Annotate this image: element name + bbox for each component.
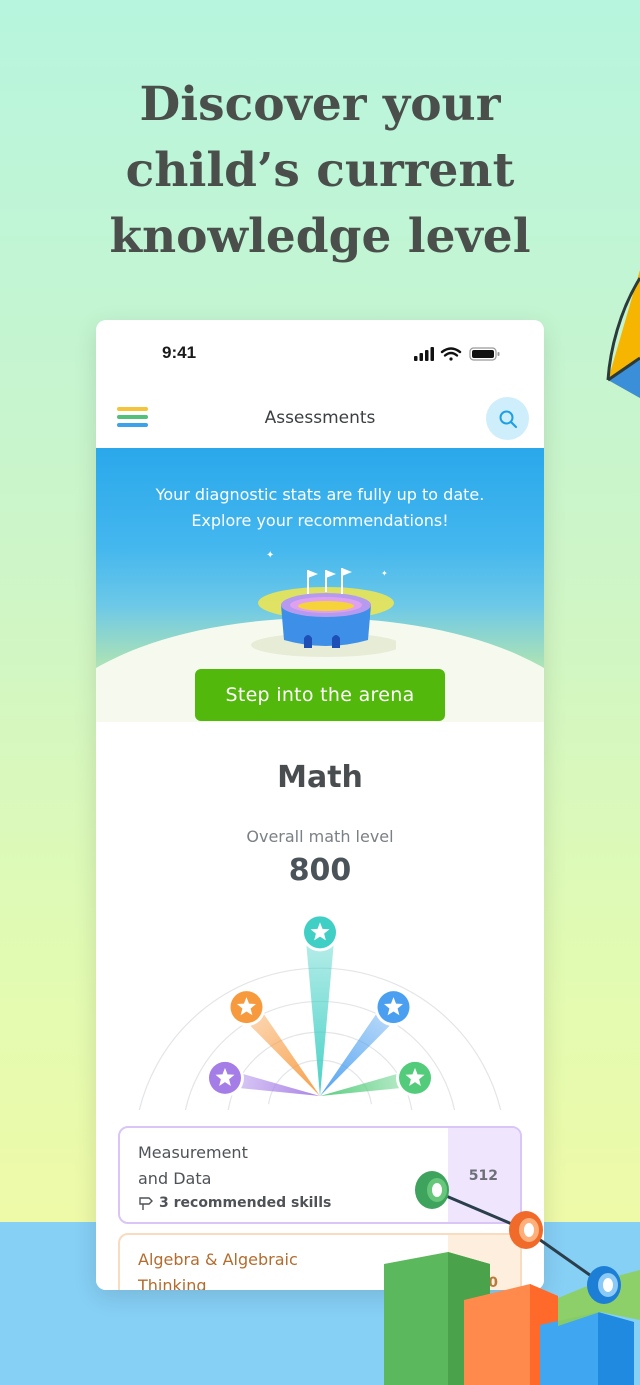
subject-title: Math (277, 760, 363, 795)
phone-screen: 9:41 Assessments Your diagnostic stats a… (96, 320, 544, 1290)
marketing-headline: Discover your child’s current knowledge … (0, 72, 640, 270)
search-button[interactable] (486, 397, 529, 440)
headline-line-3: knowledge level (109, 209, 531, 264)
wifi-icon (440, 347, 462, 361)
star-icon (396, 1058, 435, 1097)
signal-icon (414, 347, 434, 361)
star-icon (374, 988, 413, 1027)
signpost-icon (139, 1197, 153, 1210)
step-into-arena-button[interactable]: Step into the arena (195, 669, 445, 721)
card-title-line-2: Thinking (138, 1276, 207, 1290)
svg-text:✦: ✦ (266, 550, 274, 561)
green-node (415, 1171, 449, 1209)
recommended-skills[interactable]: 3 recommended skills (138, 1195, 331, 1211)
card-title-line-1: Algebra & Algebraic (138, 1250, 298, 1269)
gauge-wedge-teal (305, 932, 335, 1096)
overall-level-label: Overall math level (246, 827, 394, 846)
recommended-skills-label: 3 recommended skills (159, 1195, 332, 1211)
card-title: Measurement and Data (138, 1140, 398, 1192)
hero-line-2: Explore your recommendations! (191, 511, 449, 530)
battery-icon (469, 347, 500, 361)
skills-radial-gauge (138, 913, 502, 1110)
headline-line-1: Discover your (139, 77, 501, 132)
nav-title: Assessments (264, 408, 376, 428)
orange-node (509, 1211, 543, 1249)
status-icons (414, 347, 500, 361)
search-icon (499, 410, 517, 428)
overall-level-value: 800 (288, 853, 352, 888)
hero-message: Your diagnostic stats are fully up to da… (96, 482, 544, 534)
star-icon (301, 913, 339, 952)
status-time: 9:41 (162, 343, 197, 362)
star-icon (227, 988, 266, 1027)
card-title: Algebra & Algebraic Thinking (138, 1247, 398, 1290)
kite-icon (606, 270, 640, 398)
card-title-line-2: and Data (138, 1169, 212, 1188)
blue-node (587, 1266, 621, 1304)
headline-line-2: child’s current (125, 143, 515, 198)
star-icon (205, 1058, 244, 1097)
stadium-illustration: ✦ ✦ ✦ ✦ (251, 550, 396, 657)
hero-line-1: Your diagnostic stats are fully up to da… (155, 485, 485, 504)
bar-graph-illustration (384, 1171, 640, 1385)
svg-text:✦: ✦ (381, 569, 388, 578)
card-title-line-1: Measurement (138, 1143, 248, 1162)
